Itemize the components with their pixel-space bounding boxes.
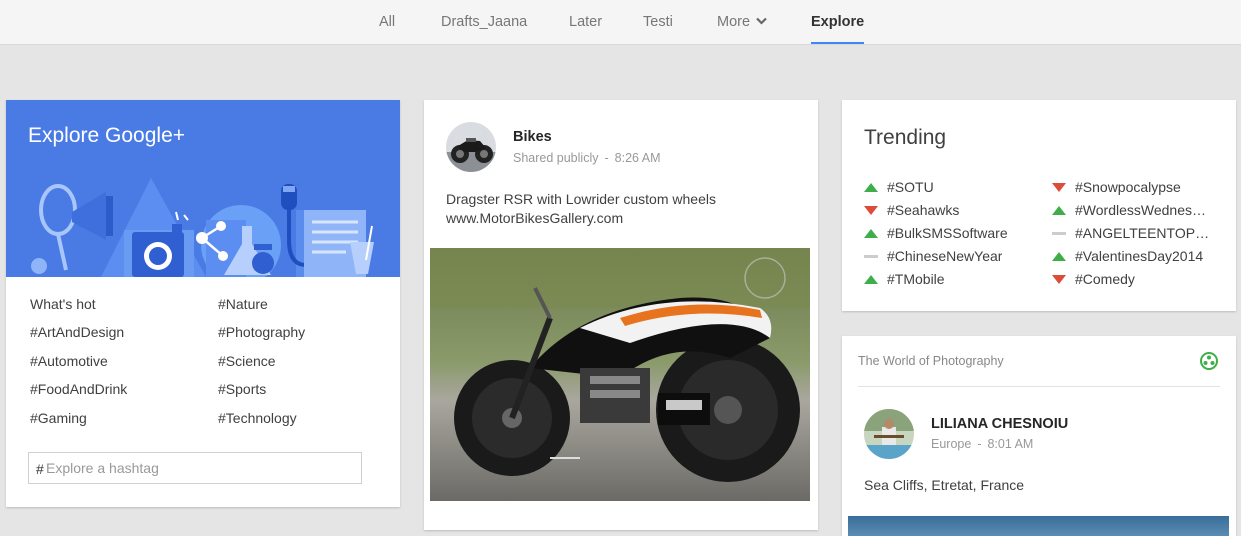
trending-tag: #Seahawks (887, 202, 960, 219)
explore-banner: Explore Google+ (6, 100, 400, 277)
hashtag-science[interactable]: #Science (218, 353, 276, 369)
tab-drafts-jaana[interactable]: Drafts_Jaana (441, 0, 527, 44)
trend-down-icon (1052, 179, 1066, 195)
motorcycle-photo-image (430, 248, 810, 501)
motorcycle-photo[interactable] (430, 248, 810, 501)
hashtag-gaming[interactable]: #Gaming (30, 410, 87, 426)
trend-down-icon (1052, 271, 1066, 287)
community-name[interactable]: The World of Photography (858, 354, 1004, 368)
explore-title: Explore Google+ (28, 124, 186, 147)
post-meta: Shared publicly -8:26 AM (513, 151, 661, 165)
trending-tag: #ANGELTEENTOP1… (1075, 225, 1211, 242)
hashtag-automotive[interactable]: #Automotive (30, 353, 108, 369)
post-author[interactable]: Bikes (513, 129, 552, 145)
tab-testi[interactable]: Testi (643, 0, 673, 44)
tab-all[interactable]: All (379, 0, 395, 44)
trending-item[interactable]: #Comedy (1052, 270, 1135, 287)
trend-down-icon (864, 202, 878, 218)
trend-up-icon (1052, 202, 1066, 218)
sea-cliffs-photo[interactable] (848, 516, 1229, 536)
trending-tag: #Snowpocalypse (1075, 179, 1181, 196)
top-navigation: All Drafts_Jaana Later Testi More Explor… (0, 0, 1241, 45)
avatar[interactable] (864, 409, 914, 459)
trending-title: Trending (864, 126, 947, 149)
hashtag-search-box[interactable]: # (28, 452, 362, 484)
tab-more-label: More (717, 14, 751, 30)
divider (858, 386, 1220, 387)
trend-up-icon (864, 225, 878, 241)
trend-flat-icon (1052, 225, 1066, 241)
trend-up-icon (1052, 248, 1066, 264)
trending-item[interactable]: #ValentinesDay2014 (1052, 247, 1203, 264)
hashtag-technology[interactable]: #Technology (218, 410, 297, 426)
hashtag-art-and-design[interactable]: #ArtAndDesign (30, 324, 124, 340)
hashtag-whats-hot[interactable]: What's hot (30, 296, 96, 312)
hashtag-prefix: # (36, 461, 44, 477)
trending-item[interactable]: #WordlessWednesd… (1052, 201, 1211, 218)
post-card: Bikes Shared publicly -8:26 AM Dragster R… (424, 100, 818, 530)
hashtag-food-and-drink[interactable]: #FoodAndDrink (30, 381, 127, 397)
post-link[interactable]: www.MotorBikesGallery.com (446, 209, 796, 228)
motorcycle-avatar-image (446, 122, 496, 172)
trending-card: Trending #SOTU #Snowpocalypse #Seahawks … (842, 100, 1236, 311)
trending-item[interactable]: #ANGELTEENTOP1… (1052, 224, 1211, 241)
trending-item[interactable]: #Seahawks (864, 201, 959, 218)
chevron-down-icon (756, 0, 767, 43)
community-post-meta-separator: - (977, 437, 982, 451)
post-meta-separator: - (604, 151, 609, 165)
trend-up-icon (864, 271, 878, 287)
hashtag-photography[interactable]: #Photography (218, 324, 305, 340)
explore-illustration (31, 178, 374, 277)
community-post-timestamp[interactable]: 8:01 AM (987, 437, 1033, 451)
tab-explore[interactable]: Explore (811, 0, 865, 44)
trending-item[interactable]: #Snowpocalypse (1052, 178, 1181, 195)
trending-item[interactable]: #TMobile (864, 270, 945, 287)
post-visibility[interactable]: Shared publicly (513, 151, 598, 165)
post-text: Dragster RSR with Lowrider custom wheels… (446, 190, 796, 228)
tab-later[interactable]: Later (569, 0, 602, 44)
community-post-text: Sea Cliffs, Etretat, France (864, 477, 1025, 493)
trending-tag: #SOTU (887, 179, 934, 196)
hashtag-search-input[interactable] (46, 458, 346, 478)
community-post-card: The World of Photography LILIANA CHESNOI… (842, 336, 1236, 536)
trending-tag: #Comedy (1075, 271, 1135, 288)
trend-up-icon (864, 179, 878, 195)
community-post-location[interactable]: Europe (931, 437, 971, 451)
user-avatar-image (864, 409, 914, 459)
explore-card: Explore Google+ What's hot #Nature #ArtA… (6, 100, 400, 507)
community-post-author[interactable]: LILIANA CHESNOIU (931, 416, 1068, 432)
trending-tag: #ValentinesDay2014 (1075, 248, 1204, 265)
hashtag-nature[interactable]: #Nature (218, 296, 268, 312)
hashtag-sports[interactable]: #Sports (218, 381, 266, 397)
trending-item[interactable]: #BulkSMSSoftware (864, 224, 1008, 241)
trending-item[interactable]: #SOTU (864, 178, 934, 195)
trend-flat-icon (864, 248, 878, 264)
post-timestamp[interactable]: 8:26 AM (615, 151, 661, 165)
trending-tag: #WordlessWednesd… (1075, 202, 1211, 219)
communities-icon[interactable] (1199, 351, 1219, 376)
trending-tag: #BulkSMSSoftware (887, 225, 1008, 242)
avatar[interactable] (446, 122, 496, 172)
trending-tag: #ChineseNewYear (887, 248, 1003, 265)
trending-item[interactable]: #ChineseNewYear (864, 247, 1002, 264)
community-post-meta: Europe -8:01 AM (931, 437, 1033, 451)
post-text-line: Dragster RSR with Lowrider custom wheels (446, 191, 716, 207)
trending-tag: #TMobile (887, 271, 945, 288)
tab-more[interactable]: More (717, 0, 767, 44)
